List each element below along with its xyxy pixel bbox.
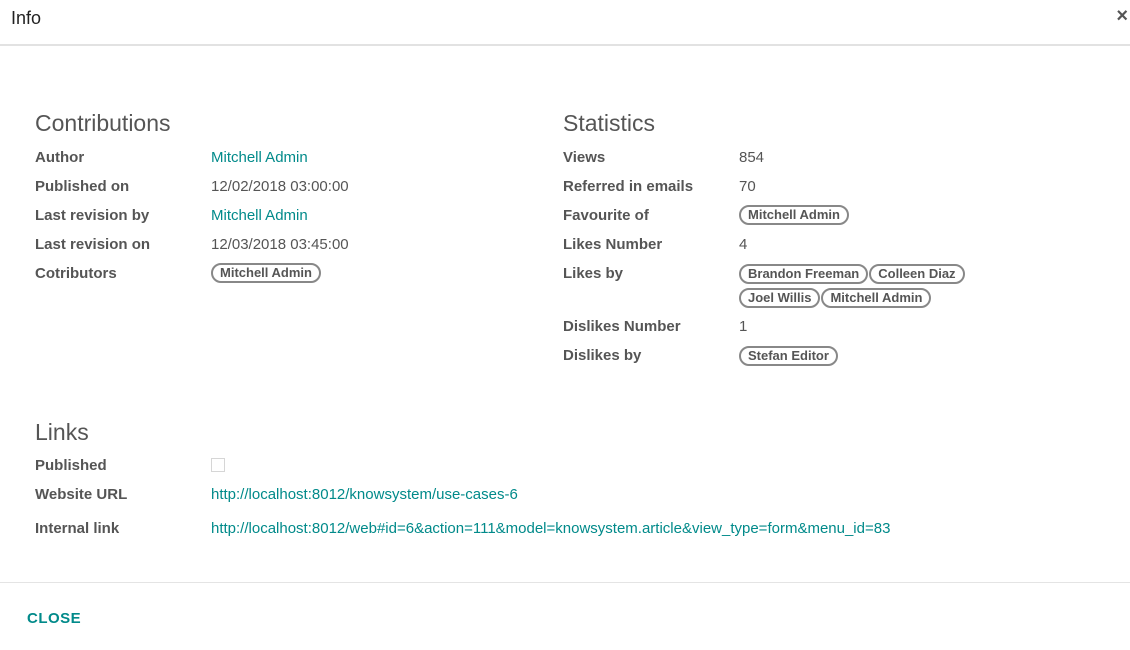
author-label: Author (35, 149, 85, 166)
published-on-value: 12/02/2018 03:00:00 (211, 178, 349, 195)
referred-value: 70 (739, 178, 756, 195)
favourite-label: Favourite of (563, 207, 649, 224)
last-revision-on-label: Last revision on (35, 236, 151, 253)
website-url-label: Website URL (35, 486, 128, 503)
last-revision-by-label: Last revision by (35, 207, 150, 224)
contributions-title: Contributions (35, 110, 171, 136)
favourite-tag[interactable]: Mitchell Admin (739, 205, 849, 225)
contributor-tag[interactable]: Mitchell Admin (211, 263, 321, 283)
website-url-link[interactable]: http://localhost:8012/knowsystem/use-cas… (211, 486, 518, 503)
likes-number-label: Likes Number (563, 236, 663, 253)
contributors-tags: Mitchell Admin (211, 263, 451, 287)
close-button[interactable]: CLOSE (27, 610, 81, 627)
dialog-header: Info × (0, 0, 1130, 46)
dislikes-number-label: Dislikes Number (563, 318, 681, 335)
last-revision-by-link[interactable]: Mitchell Admin (211, 207, 308, 224)
contributors-label: Cotributors (35, 265, 117, 282)
likes-by-tag[interactable]: Mitchell Admin (821, 288, 932, 308)
views-value: 854 (739, 149, 765, 166)
published-checkbox[interactable] (211, 458, 225, 472)
internal-link[interactable]: http://localhost:8012/web#id=6&action=11… (211, 520, 890, 537)
published-on-label: Published on (35, 178, 130, 195)
dislikes-number-value: 1 (739, 318, 748, 335)
dialog-title: Info (11, 8, 42, 28)
dislikes-by-tag[interactable]: Stefan Editor (739, 346, 838, 366)
likes-by-label: Likes by (563, 265, 624, 282)
internal-link-label: Internal link (35, 520, 120, 537)
close-icon[interactable]: × (1116, 6, 1128, 26)
likes-by-tag[interactable]: Joel Willis (739, 288, 821, 308)
likes-number-value: 4 (739, 236, 748, 253)
author-link[interactable]: Mitchell Admin (211, 149, 308, 166)
dialog-footer: CLOSE (0, 582, 1130, 650)
published-label: Published (35, 457, 107, 474)
referred-label: Referred in emails (563, 178, 694, 195)
likes-by-tags: Brandon Freeman Colleen Diaz Joel Willis Mi… (739, 264, 979, 312)
dislikes-by-label: Dislikes by (563, 347, 642, 364)
statistics-title: Statistics (563, 110, 656, 136)
views-label: Views (563, 149, 606, 166)
dislikes-by-tags: Stefan Editor (739, 346, 979, 370)
likes-by-tag[interactable]: Brandon Freeman (739, 264, 869, 284)
likes-by-tag[interactable]: Colleen Diaz (869, 264, 965, 284)
last-revision-on-value: 12/03/2018 03:45:00 (211, 236, 349, 253)
favourite-tags: Mitchell Admin (739, 205, 979, 229)
links-title: Links (35, 419, 89, 445)
